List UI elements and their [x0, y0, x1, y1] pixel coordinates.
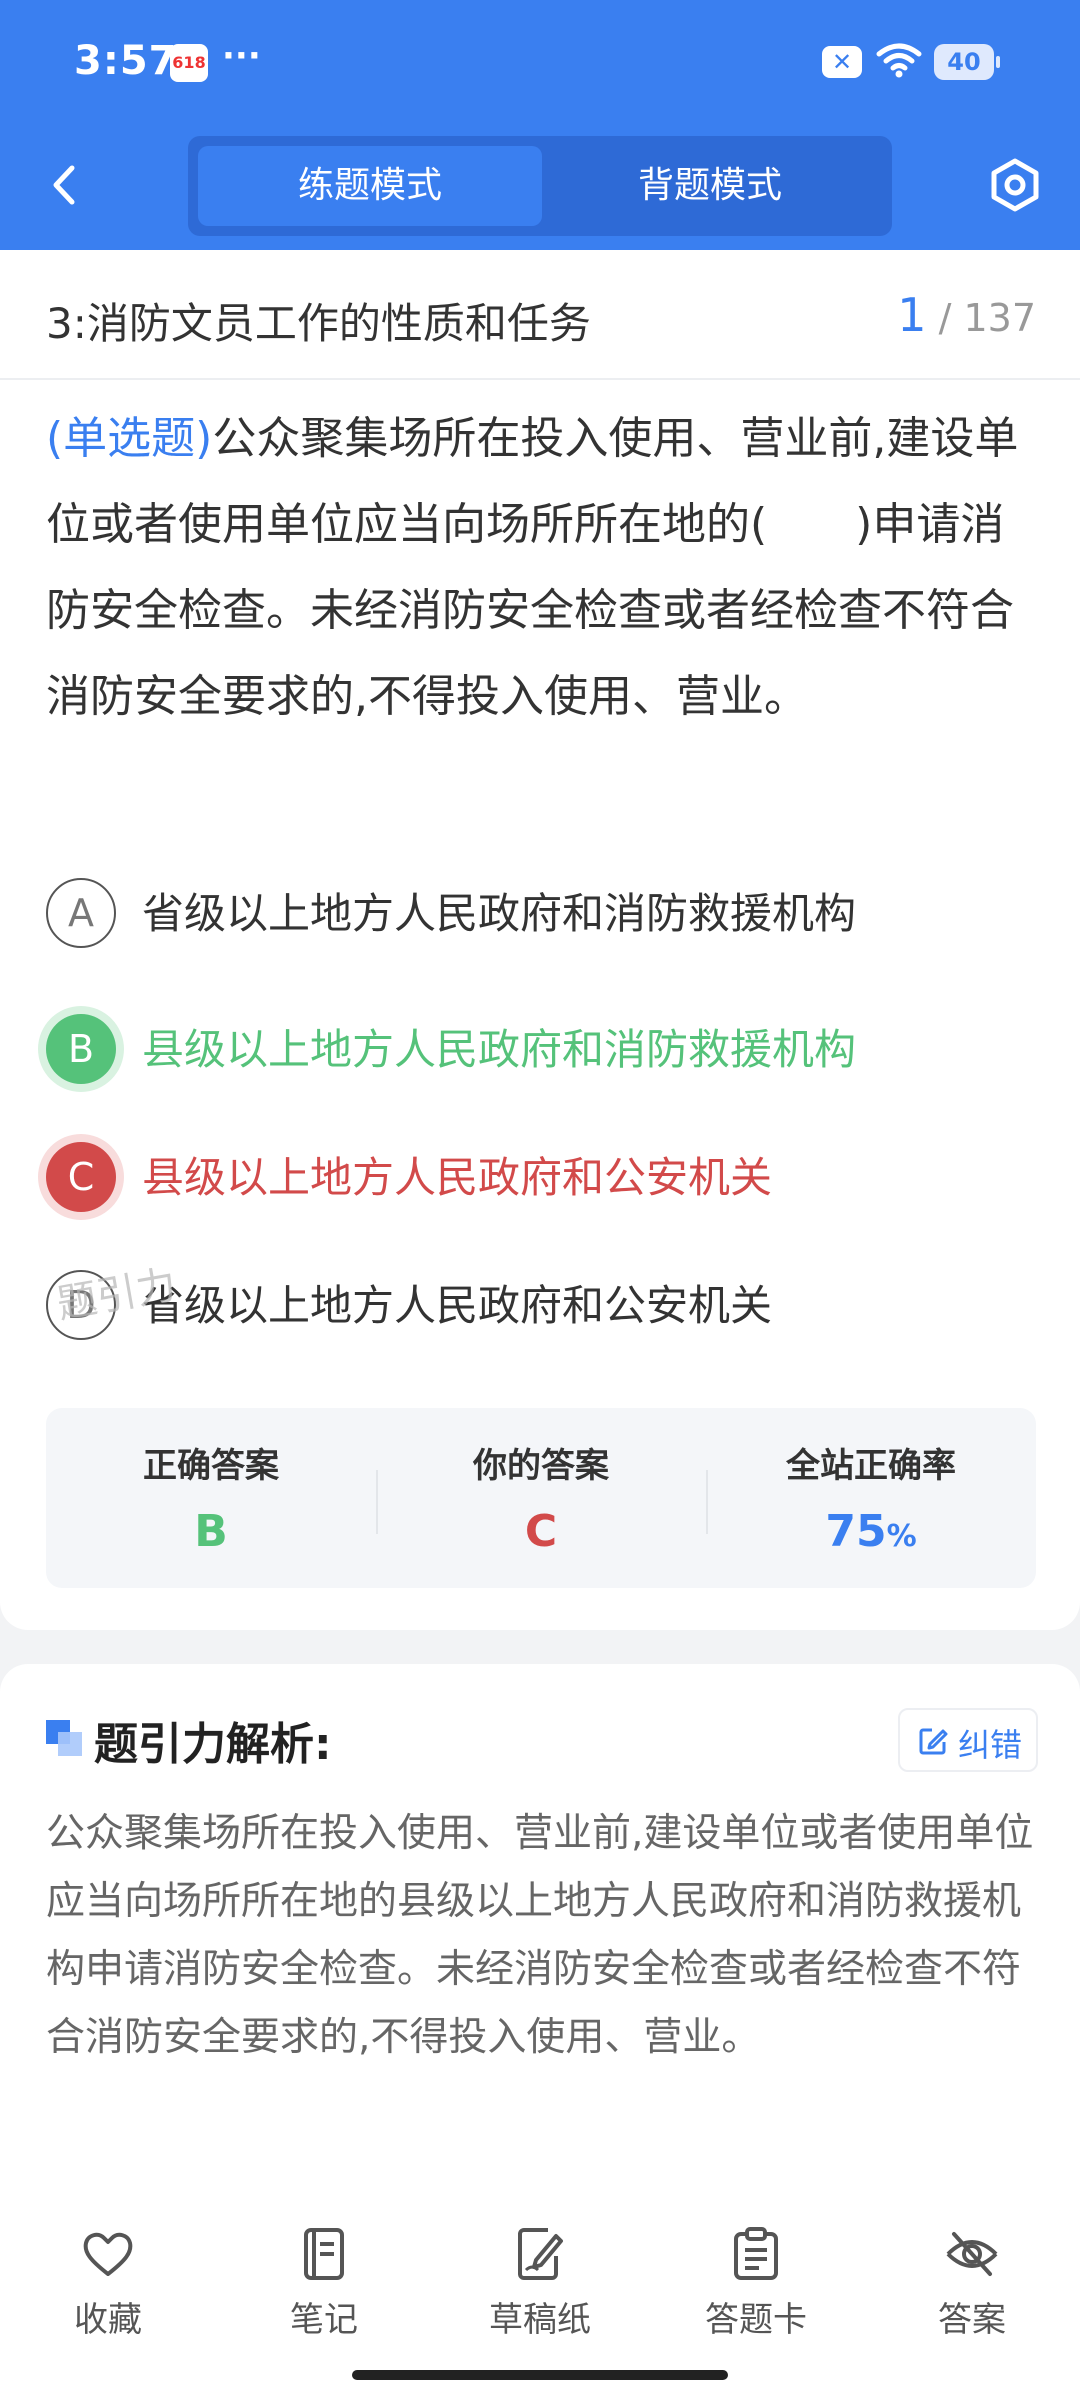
- option-letter: C: [46, 1142, 116, 1212]
- wifi-icon: [876, 43, 922, 78]
- accuracy-block: 全站正确率 75%: [706, 1408, 1036, 1588]
- divider: [0, 378, 1080, 380]
- answer-summary: 正确答案 B 你的答案 C 全站正确率 75%: [46, 1408, 1036, 1588]
- top-header: 3:57 618 ··· ✕ 40 练题模式 背题模式: [0, 0, 1080, 250]
- tab-practice-mode[interactable]: 练题模式: [198, 146, 542, 226]
- notes-label: 笔记: [290, 2300, 358, 2340]
- question-progress: 1 / 137: [897, 288, 1036, 342]
- report-error-label: 纠错: [958, 1726, 1023, 1764]
- answer-card-icon: [734, 2227, 778, 2280]
- draft-paper-label: 草稿纸: [489, 2300, 591, 2340]
- correct-answer-value: B: [194, 1506, 228, 1557]
- report-error-button[interactable]: 纠错: [898, 1708, 1038, 1772]
- accuracy-unit: %: [886, 1519, 917, 1554]
- app-notification-icon: 618: [170, 44, 208, 82]
- more-notifications-icon: ···: [222, 36, 261, 76]
- draft-paper-button[interactable]: 草稿纸: [460, 2226, 620, 2346]
- option-d[interactable]: D 省级以上地方人民政府和公安机关: [46, 1270, 1036, 1344]
- analysis-title: 题引力解析:: [94, 1719, 332, 1770]
- analysis-text: 公众聚集场所在投入使用、营业前,建设单位或者使用单位应当向场所所在地的县级以上地…: [46, 1811, 1034, 2060]
- eye-off-icon: [946, 2232, 998, 2276]
- edit-icon: [919, 1728, 948, 1755]
- accuracy-number: 75: [825, 1506, 887, 1557]
- option-c[interactable]: C 县级以上地方人民政府和公安机关: [46, 1142, 1036, 1216]
- your-answer-block: 你的答案 C: [376, 1408, 706, 1588]
- notes-button[interactable]: 笔记: [244, 2226, 404, 2346]
- chapter-title: 3:消防文员工作的性质和任务: [46, 299, 591, 348]
- settings-icon[interactable]: [986, 156, 1044, 214]
- option-b[interactable]: B 县级以上地方人民政府和消防救援机构: [46, 1014, 1036, 1088]
- your-answer-value: C: [524, 1506, 558, 1557]
- analysis-icon: [46, 1720, 82, 1756]
- answer-card-label: 答题卡: [705, 2300, 807, 2340]
- question-type-label: (单选题): [46, 413, 213, 464]
- notebook-icon: [304, 2228, 344, 2280]
- favorite-label: 收藏: [74, 2300, 142, 2340]
- current-question-number: 1: [897, 288, 927, 342]
- correct-answer-block: 正确答案 B: [46, 1408, 376, 1588]
- heart-icon: [83, 2232, 133, 2276]
- favorite-button[interactable]: 收藏: [28, 2226, 188, 2346]
- correct-answer-label: 正确答案: [143, 1446, 279, 1486]
- your-answer-label: 你的答案: [473, 1446, 609, 1486]
- option-a[interactable]: A 省级以上地方人民政府和消防救援机构: [46, 878, 1036, 952]
- option-text: 县级以上地方人民政府和消防救援机构: [142, 1025, 857, 1074]
- home-indicator[interactable]: [352, 2370, 728, 2380]
- accuracy-label: 全站正确率: [786, 1446, 956, 1486]
- accuracy-value: 75%: [706, 1506, 1036, 1557]
- draft-paper-icon: [518, 2228, 563, 2280]
- option-text: 省级以上地方人民政府和消防救援机构: [142, 889, 857, 938]
- option-text: 省级以上地方人民政府和公安机关: [142, 1281, 773, 1330]
- tab-recite-mode[interactable]: 背题模式: [538, 146, 882, 226]
- battery-level: 40: [947, 48, 981, 76]
- show-answer-label: 答案: [938, 2300, 1006, 2340]
- option-letter: A: [46, 878, 116, 948]
- battery-icon: 40: [934, 44, 1000, 80]
- option-text: 县级以上地方人民政府和公安机关: [142, 1153, 773, 1202]
- total-question-count: / 137: [938, 296, 1036, 340]
- mode-switch: 练题模式 背题模式: [188, 136, 892, 236]
- question-stem: (单选题)公众聚集场所在投入使用、营业前,建设单位或者使用单位应当向场所所在地的…: [46, 396, 1036, 740]
- show-answer-button[interactable]: 答案: [892, 2226, 1052, 2346]
- status-time: 3:57: [74, 38, 178, 84]
- back-arrow-icon[interactable]: [40, 160, 90, 210]
- option-letter: B: [46, 1014, 116, 1084]
- no-sim-icon: ✕: [822, 46, 862, 78]
- answer-card-button[interactable]: 答题卡: [676, 2226, 836, 2346]
